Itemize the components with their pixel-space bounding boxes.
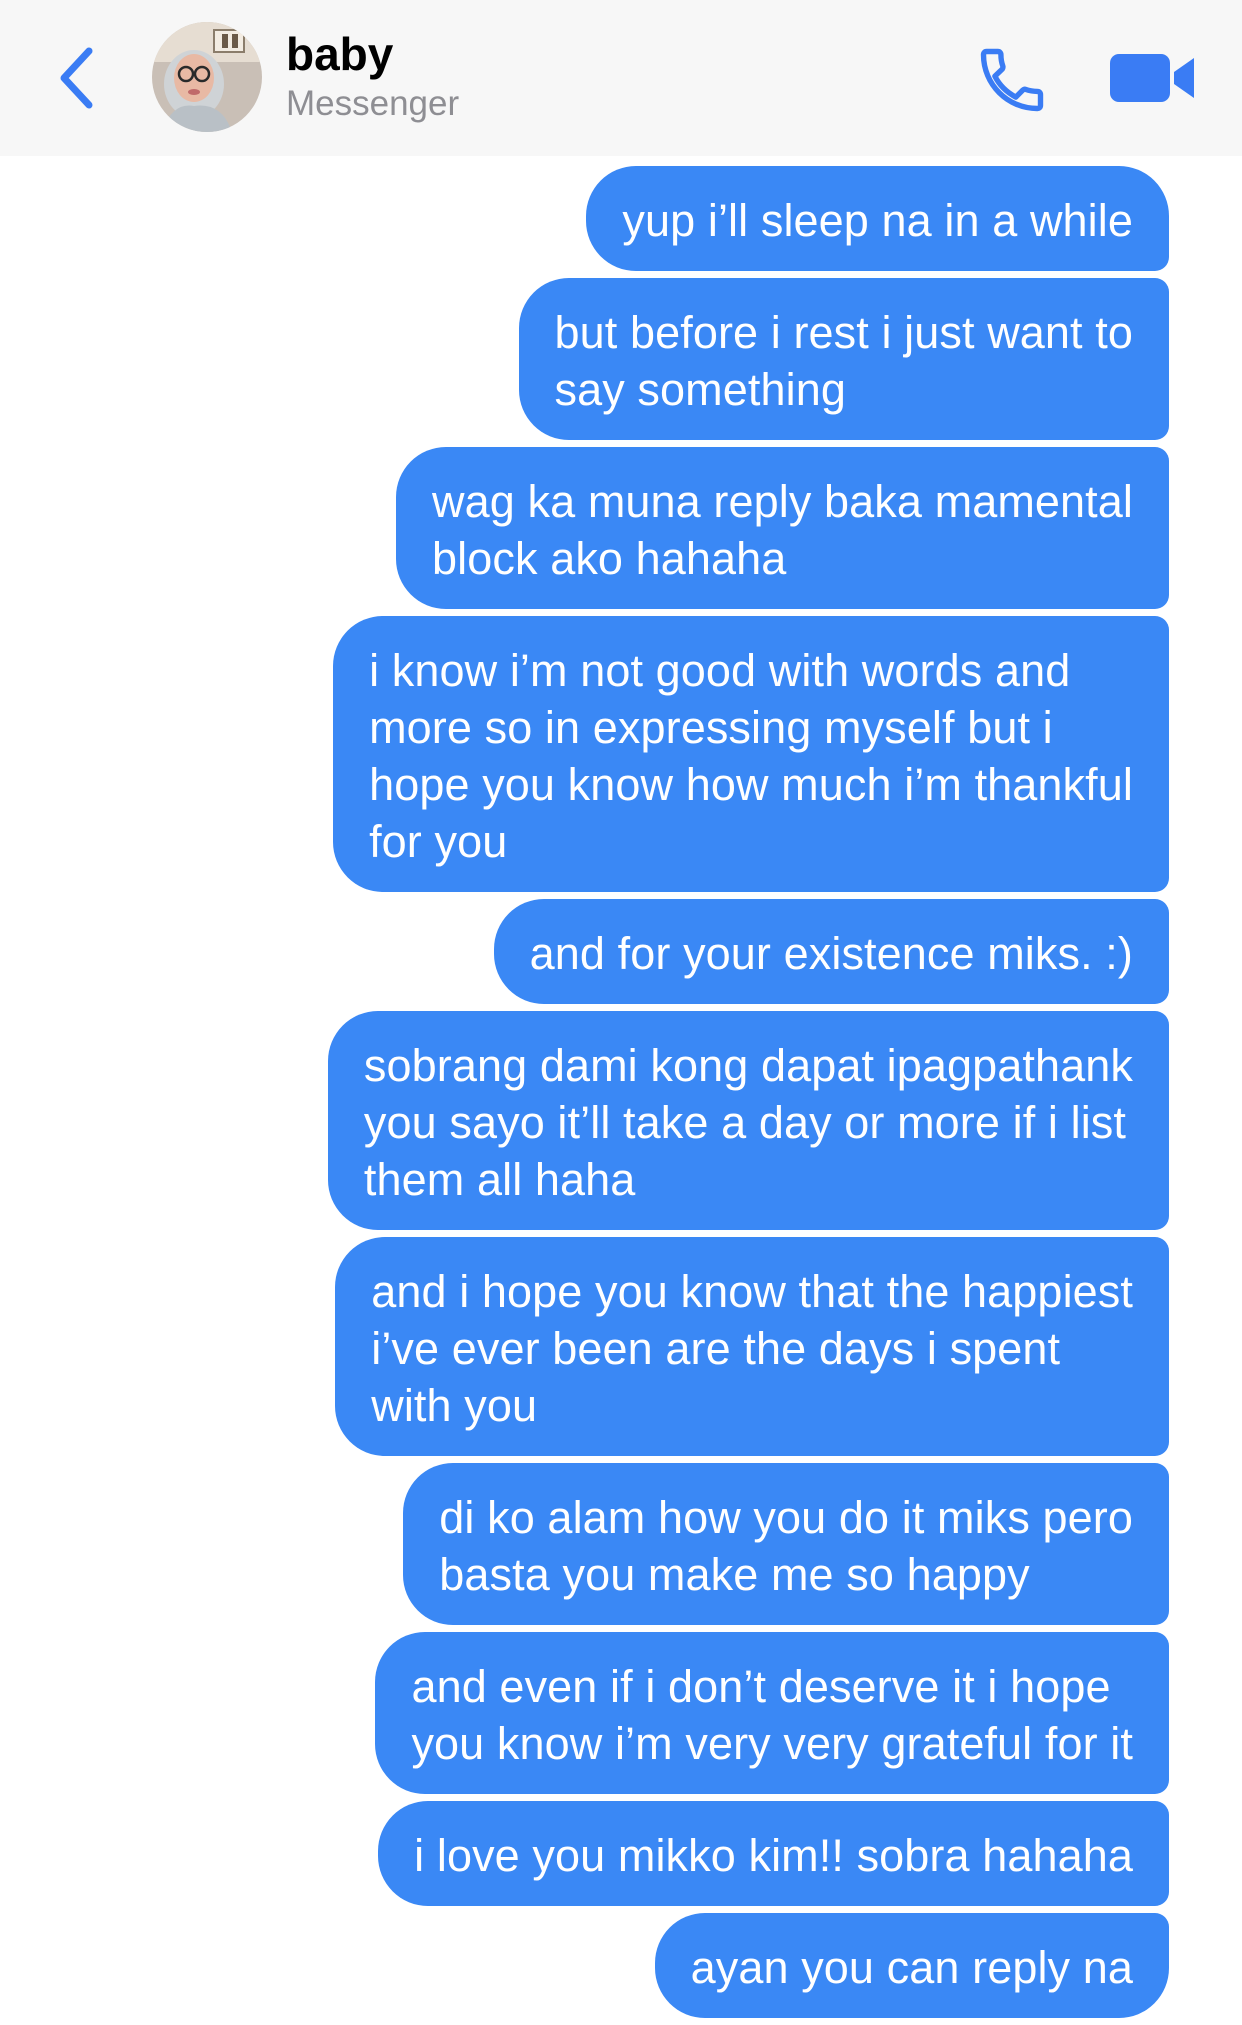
message-bubble[interactable]: and i hope you know that the happiest i’… xyxy=(335,1237,1169,1456)
chevron-left-icon xyxy=(60,47,93,109)
back-button[interactable] xyxy=(48,38,104,118)
message-thread: yup i’ll sleep na in a while but before … xyxy=(0,166,1242,2025)
chat-header: baby Messenger xyxy=(0,0,1242,156)
call-button[interactable] xyxy=(970,38,1054,122)
contact-subtitle: Messenger xyxy=(286,84,460,123)
contact-name[interactable]: baby xyxy=(286,26,393,82)
phone-icon xyxy=(980,48,1044,112)
message-bubble[interactable]: and for your existence miks. :) xyxy=(493,899,1169,1004)
message-bubble[interactable]: i know i’m not good with words and more … xyxy=(333,616,1169,892)
avatar-photo xyxy=(152,22,262,132)
message-bubble[interactable]: di ko alam how you do it miks pero basta… xyxy=(403,1463,1169,1625)
message-bubble[interactable]: and even if i don’t deserve it i hope yo… xyxy=(375,1632,1169,1794)
avatar[interactable] xyxy=(152,22,262,132)
video-call-button[interactable] xyxy=(1108,46,1198,110)
message-bubble[interactable]: ayan you can reply na xyxy=(654,1913,1169,2018)
message-bubble[interactable]: wag ka muna reply baka mamental block ak… xyxy=(396,447,1169,609)
video-camera-icon xyxy=(1110,54,1194,102)
message-bubble[interactable]: but before i rest i just want to say som… xyxy=(518,278,1169,440)
message-bubble[interactable]: i love you mikko kim!! sobra hahaha xyxy=(378,1801,1169,1906)
message-bubble[interactable]: yup i’ll sleep na in a while xyxy=(586,166,1169,271)
message-bubble[interactable]: sobrang dami kong dapat ipagpathank you … xyxy=(327,1011,1169,1230)
